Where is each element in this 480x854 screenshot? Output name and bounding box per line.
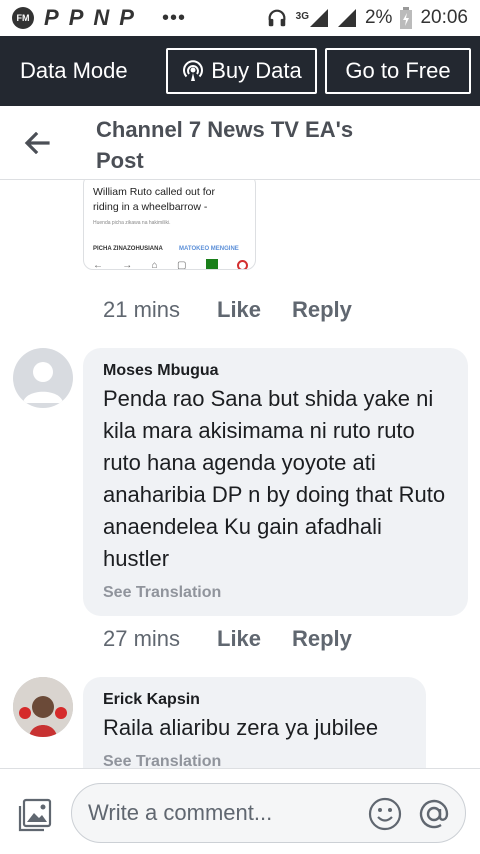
see-translation-link[interactable]: See Translation: [103, 584, 448, 602]
avatar[interactable]: [13, 348, 73, 408]
attachment-browser-bar: ← → ⌂ ▢: [93, 258, 248, 270]
page-title: Channel 7 News TV EA's Post: [96, 117, 354, 173]
more-notifications-icon: •••: [161, 6, 186, 29]
like-button[interactable]: Like: [217, 626, 292, 652]
comment-author[interactable]: Erick Kapsin: [103, 689, 406, 711]
comment-time: 27 mins: [103, 626, 181, 651]
go-to-free-button[interactable]: Go to Free: [325, 48, 471, 94]
comment-author[interactable]: Moses Mbugua: [103, 360, 448, 382]
buy-data-label: Buy Data: [211, 58, 302, 83]
profile-photo: [13, 677, 73, 737]
comment-meta: 21 mins Like Reply: [103, 297, 352, 323]
comment-image-attachment[interactable]: William Ruto called out for riding in a …: [83, 180, 256, 270]
signal-icon: [337, 9, 356, 27]
go-to-free-label: Go to Free: [345, 58, 451, 83]
opera-icon: [236, 259, 248, 269]
app-notification-icon: P: [68, 5, 84, 30]
arrow-left-icon: [24, 132, 50, 154]
home-icon: ⌂: [151, 259, 158, 270]
reply-button[interactable]: Reply: [292, 626, 352, 652]
comment-text: Raila aliaribu zera ya jubilee: [103, 715, 379, 740]
back-arrow-icon: ←: [93, 259, 103, 270]
comments-feed[interactable]: William Ruto called out for riding in a …: [0, 180, 480, 768]
attachment-related-label: PICHA ZINAZOHUSIANA: [93, 246, 163, 252]
comment-text: Penda rao Sana but shida yake ni kila ma…: [103, 386, 446, 571]
network-type-label: 3G: [295, 11, 309, 22]
app-icon: [205, 259, 218, 269]
fm-radio-icon: FM: [12, 7, 34, 29]
comment-bubble[interactable]: Moses Mbugua Penda rao Sana but shida ya…: [83, 348, 468, 616]
attachment-headline: William Ruto called out for riding in a …: [93, 186, 215, 213]
app-notification-icon: P: [44, 5, 59, 30]
status-bar: FM P P N P ••• 3G 2% 20:06: [0, 0, 480, 36]
data-mode-bar: Data Mode Buy Data Go to Free: [0, 36, 480, 106]
buy-data-button[interactable]: Buy Data: [166, 48, 317, 94]
comment-input-wrapper: [71, 783, 466, 843]
broadcast-icon: [183, 60, 204, 81]
signal-icon: [309, 9, 328, 27]
comment-bubble[interactable]: Erick Kapsin Raila aliaribu zera ya jubi…: [83, 677, 426, 768]
attachment-more-label: MATOKEO MENGINE: [179, 246, 239, 252]
post-header: Channel 7 News TV EA's Post: [0, 106, 480, 180]
back-button[interactable]: [20, 126, 54, 160]
data-mode-title: Data Mode: [20, 58, 128, 83]
headphones-icon: [268, 9, 286, 27]
comment-meta: 27 mins Like Reply: [103, 626, 352, 652]
comment-input[interactable]: [88, 784, 358, 842]
attachment-caption: Huenda picha zikawa na hakimiliki.: [93, 220, 171, 226]
reply-button[interactable]: Reply: [292, 297, 352, 323]
like-button[interactable]: Like: [217, 297, 292, 323]
emoji-button[interactable]: [368, 797, 402, 831]
smiley-icon: [368, 797, 402, 831]
comment-time: 21 mins: [103, 297, 181, 322]
forward-arrow-icon: →: [122, 259, 133, 270]
mention-button[interactable]: [416, 796, 452, 832]
battery-charging-icon: [400, 7, 413, 29]
comment-composer: [0, 768, 480, 854]
at-sign-icon: [419, 799, 449, 829]
photo-gallery-icon: [18, 798, 52, 832]
see-translation-link[interactable]: See Translation: [103, 753, 406, 768]
battery-percent: 2%: [364, 7, 393, 28]
app-notification-icon: N: [93, 5, 110, 30]
avatar[interactable]: [13, 677, 73, 737]
add-photo-button[interactable]: [17, 797, 53, 833]
tabs-icon: ▢: [176, 259, 187, 270]
default-user-icon: [23, 362, 63, 403]
app-notification-icon: P: [119, 5, 134, 30]
clock: 20:06: [420, 7, 468, 28]
